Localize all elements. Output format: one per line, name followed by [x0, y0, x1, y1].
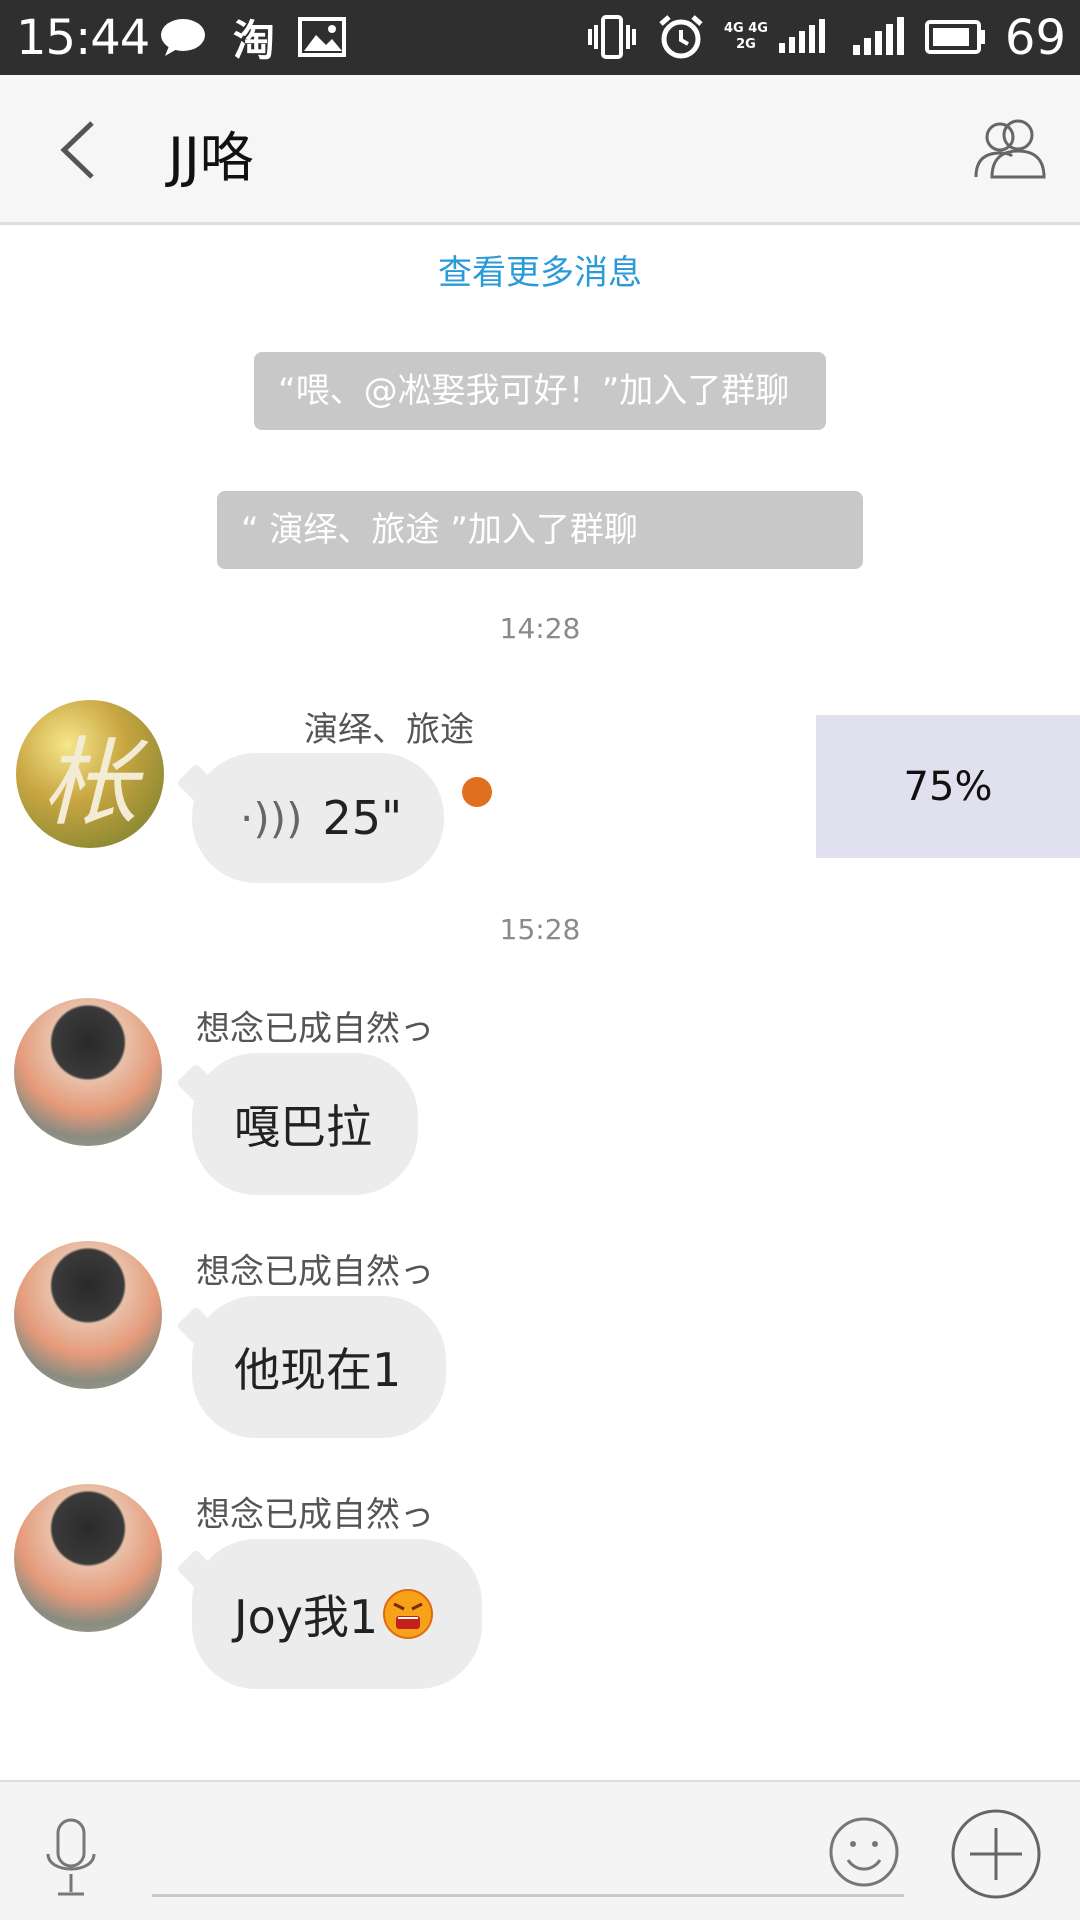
text-message-bubble[interactable]: 他现在1	[192, 1296, 446, 1438]
sender-name: 想念已成自然っ	[196, 1495, 434, 1535]
status-time: 15:44	[16, 10, 150, 66]
battery-percent: 69	[1004, 10, 1066, 66]
gallery-icon	[296, 14, 348, 60]
back-icon[interactable]	[52, 115, 112, 185]
emoji-icon[interactable]	[828, 1816, 900, 1888]
taobao-icon: 淘	[232, 15, 275, 65]
network-dots-icon	[776, 14, 830, 60]
message-input[interactable]	[152, 1894, 904, 1897]
network-4g-icon: 4G 4G 2G	[720, 14, 772, 60]
avatar-calligraphy: 枨	[42, 726, 138, 839]
input-bar	[0, 1780, 1080, 1920]
progress-overlay: 75%	[816, 715, 1080, 858]
sender-name: 想念已成自然っ	[196, 1252, 434, 1292]
text-message-bubble[interactable]: Joy我1	[192, 1539, 482, 1689]
unread-dot	[462, 777, 492, 807]
signal-icon	[850, 14, 906, 60]
chat-bubble-icon	[158, 14, 208, 60]
message-text: Joy我1	[234, 1590, 379, 1644]
chat-header: JJ咯	[0, 75, 1080, 225]
battery-icon	[924, 14, 988, 60]
sender-name: 演绎、旅途	[304, 710, 474, 750]
status-bar: 15:44 淘 4G 4G 2G 69	[0, 0, 1080, 75]
avatar[interactable]	[14, 1241, 162, 1389]
chat-title: JJ咯	[168, 126, 254, 189]
angry-face-icon	[382, 1588, 434, 1640]
load-more-link[interactable]: 查看更多消息	[0, 245, 1080, 294]
mic-icon[interactable]	[40, 1816, 102, 1900]
avatar[interactable]	[14, 1484, 162, 1632]
group-members-icon[interactable]	[970, 113, 1050, 183]
voice-message-bubble[interactable]: ·))) 25"	[192, 753, 444, 883]
network-label-bottom: 2G	[736, 37, 756, 52]
system-message: “喂、@凇娶我可好！”加入了群聊	[254, 352, 826, 430]
timestamp: 15:28	[499, 913, 581, 946]
voice-wave-icon: ·)))	[240, 793, 303, 843]
avatar[interactable]: 枨	[16, 700, 164, 848]
system-message: “ 演绎、旅途 ”加入了群聊	[217, 491, 863, 569]
voice-duration: 25"	[322, 791, 403, 845]
text-message-bubble[interactable]: 嘎巴拉	[192, 1053, 418, 1195]
vibrate-icon	[586, 14, 638, 60]
timestamp: 14:28	[499, 612, 581, 645]
message-text: 嘎巴拉	[234, 1100, 372, 1154]
network-label-top: 4G 4G	[724, 21, 768, 36]
sender-name: 想念已成自然っ	[196, 1009, 434, 1049]
avatar[interactable]	[14, 998, 162, 1146]
message-text: 他现在1	[234, 1343, 402, 1397]
alarm-icon	[656, 14, 706, 60]
plus-icon[interactable]	[950, 1808, 1042, 1900]
